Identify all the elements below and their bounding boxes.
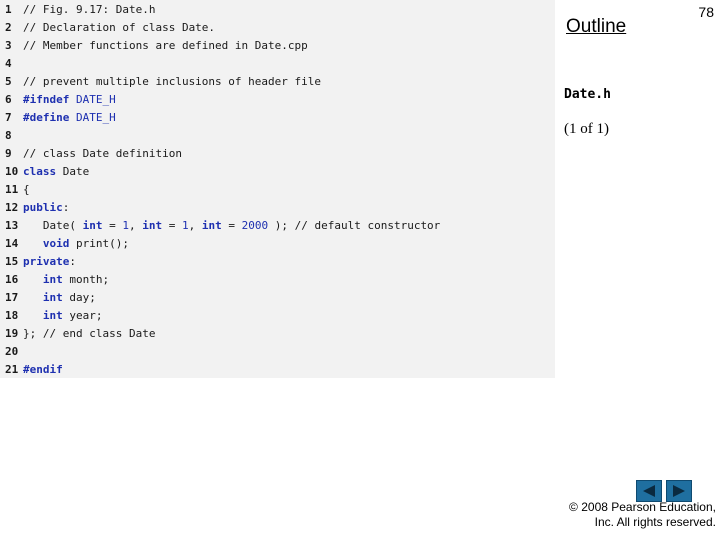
code-line: 16 int month; (0, 271, 109, 289)
code-text: #ifndef DATE_H (23, 93, 116, 106)
copyright-notice: © 2008 Pearson Education, Inc. All right… (560, 500, 716, 530)
page-number: 78 (698, 4, 714, 20)
line-number: 10 (5, 165, 19, 178)
code-line: 9 // class Date definition (0, 145, 182, 163)
line-number: 12 (5, 201, 19, 214)
code-line: 4 (0, 55, 23, 73)
triangle-right-icon (673, 485, 685, 497)
code-text: int month; (42, 273, 110, 286)
code-text: int day; (42, 291, 96, 304)
code-line: 11 { (0, 181, 30, 199)
triangle-left-icon (643, 485, 655, 497)
line-number: 19 (5, 327, 19, 340)
line-number: 18 (5, 309, 19, 322)
line-number: 14 (5, 237, 19, 250)
code-line: 5 // prevent multiple inclusions of heade… (0, 73, 321, 91)
code-line: 18 int year; (0, 307, 103, 325)
code-text: { (23, 183, 30, 196)
code-text: }; // end class Date (23, 327, 156, 340)
code-line: 20 (0, 343, 23, 361)
code-line: 15 private: (0, 253, 76, 271)
line-number: 8 (5, 129, 12, 142)
code-line: 13 Date( int = 1, int = 1, int = 2000 );… (0, 217, 440, 235)
code-line: 21 #endif (0, 361, 63, 379)
code-text: private: (23, 255, 76, 268)
line-number: 1 (5, 3, 12, 16)
copyright-line-2: Inc. All rights reserved. (594, 515, 716, 529)
page-of-label: (1 of 1) (564, 121, 609, 137)
copyright-line-1: © 2008 Pearson Education, (569, 500, 716, 514)
line-number: 21 (5, 363, 19, 376)
outline-link[interactable]: Outline (566, 16, 626, 38)
line-number: 9 (5, 147, 12, 160)
code-listing: 1 // Fig. 9.17: Date.h 2 // Declaration of … (0, 0, 555, 378)
line-number: 5 (5, 75, 12, 88)
code-text: // class Date definition (23, 147, 182, 160)
code-line: 8 (0, 127, 23, 145)
code-line: 12 public: (0, 199, 69, 217)
line-number: 11 (5, 183, 19, 196)
code-line: 14 void print(); (0, 235, 129, 253)
line-number: 13 (5, 219, 19, 232)
next-slide-button[interactable] (666, 480, 692, 502)
code-text: int year; (42, 309, 103, 322)
line-number: 15 (5, 255, 19, 268)
previous-slide-button[interactable] (636, 480, 662, 502)
line-number: 2 (5, 21, 12, 34)
line-number: 17 (5, 291, 19, 304)
code-line: 10 class Date (0, 163, 89, 181)
code-text: // Declaration of class Date. (23, 21, 216, 34)
code-line: 1 // Fig. 9.17: Date.h (0, 1, 155, 19)
code-text: Date( int = 1, int = 1, int = 2000 ); //… (23, 219, 441, 232)
code-text: // prevent multiple inclusions of header… (23, 75, 322, 88)
line-number: 7 (5, 111, 12, 124)
code-text: #define DATE_H (23, 111, 116, 124)
code-text: class Date (23, 165, 90, 178)
code-line: 2 // Declaration of class Date. (0, 19, 215, 37)
line-number: 3 (5, 39, 12, 52)
code-text: // Fig. 9.17: Date.h (23, 3, 156, 16)
line-number: 20 (5, 345, 19, 358)
line-number: 6 (5, 93, 12, 106)
code-text: void print(); (42, 237, 129, 250)
code-text: #endif (23, 363, 63, 376)
code-text: public: (23, 201, 70, 214)
file-name-label: Date.h (564, 87, 611, 102)
line-number: 16 (5, 273, 19, 286)
code-line: 3 // Member functions are defined in Date… (0, 37, 308, 55)
code-line: 6 #ifndef DATE_H (0, 91, 116, 109)
code-line: 17 int day; (0, 289, 96, 307)
code-line: 19 }; // end class Date (0, 325, 155, 343)
line-number: 4 (5, 57, 12, 70)
code-text: // Member functions are defined in Date.… (23, 39, 308, 52)
code-line: 7 #define DATE_H (0, 109, 116, 127)
